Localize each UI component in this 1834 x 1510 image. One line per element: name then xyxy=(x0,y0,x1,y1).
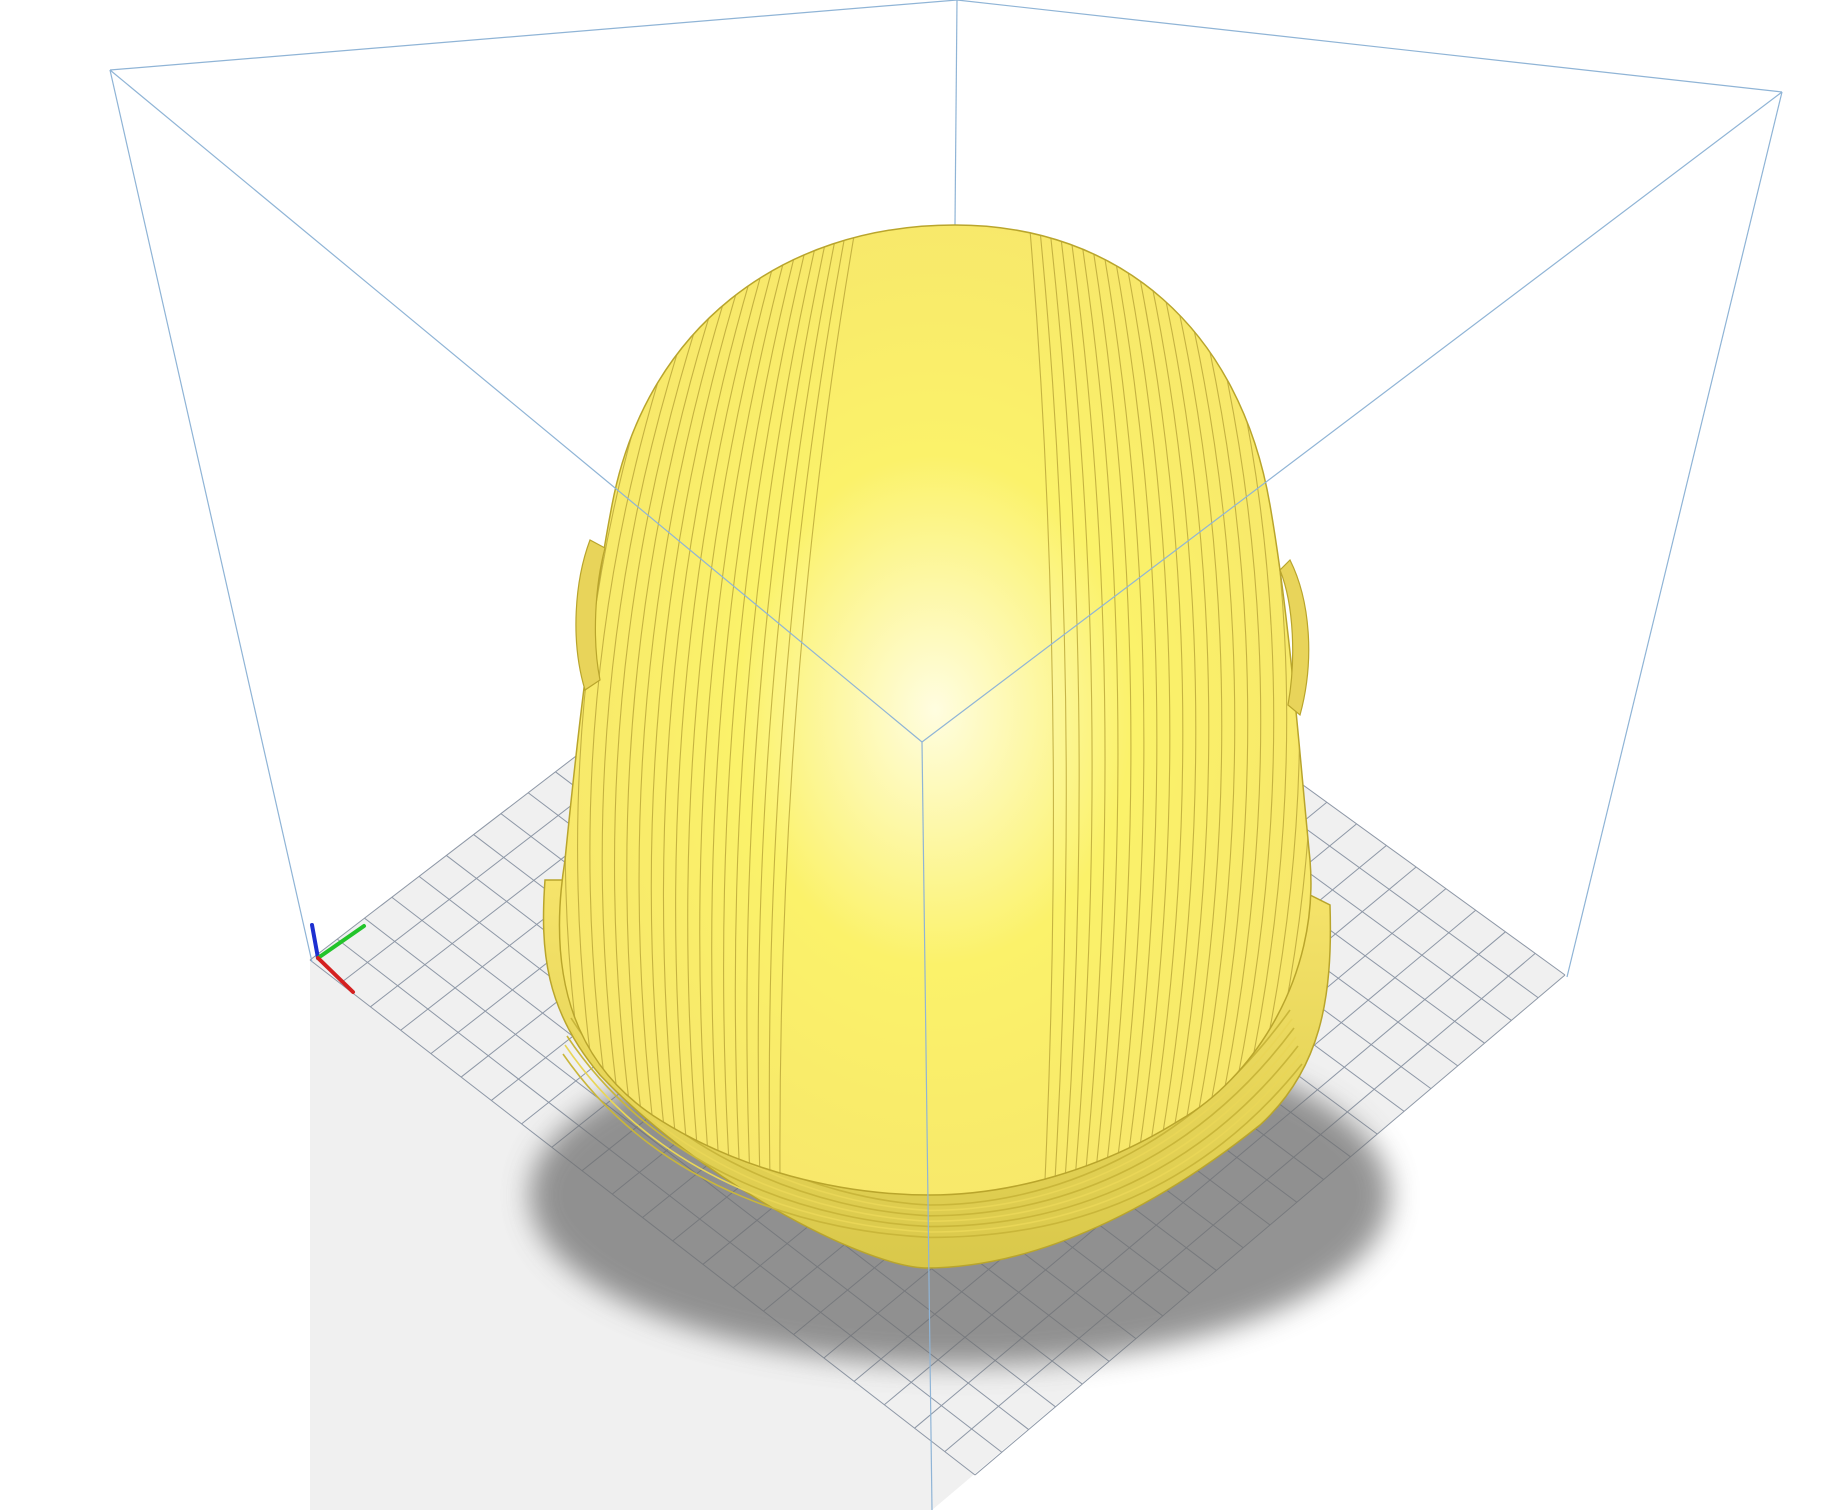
viewport-3d[interactable] xyxy=(0,0,1834,1510)
